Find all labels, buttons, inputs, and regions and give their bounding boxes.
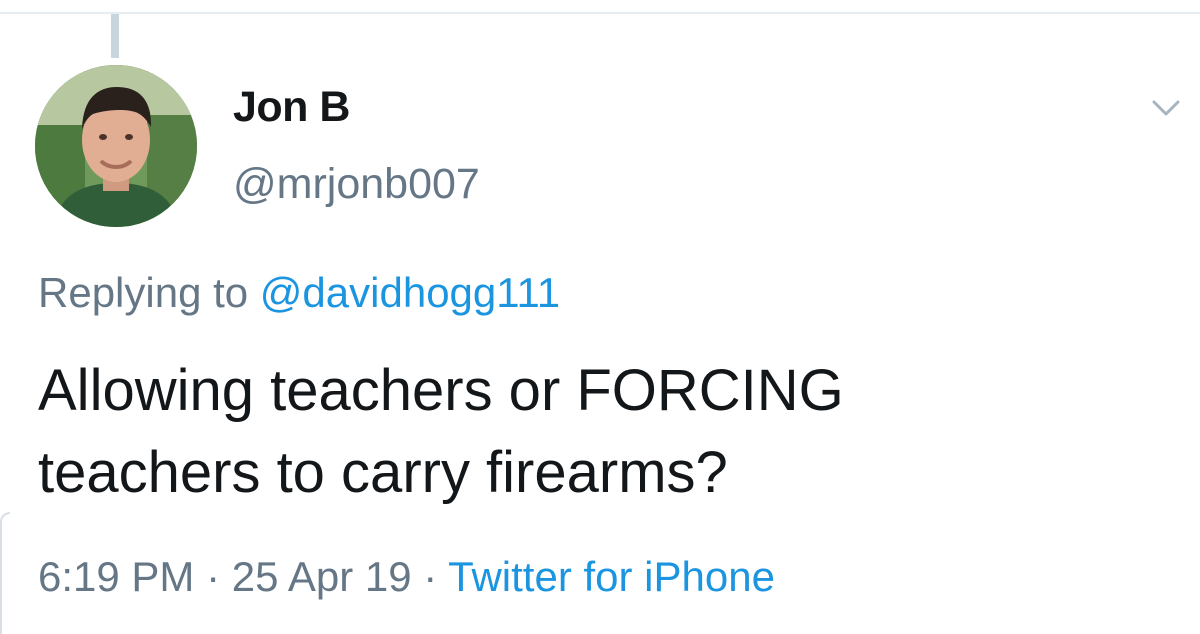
replying-to: Replying to @davidhogg111 xyxy=(38,268,560,318)
top-divider xyxy=(0,0,1200,14)
replying-to-label: Replying to xyxy=(38,269,260,316)
tweet-text-line-2: teachers to carry firearms? xyxy=(38,440,728,505)
avatar[interactable] xyxy=(35,65,197,227)
chevron-down-icon xyxy=(1152,100,1180,116)
author-handle[interactable]: @mrjonb007 xyxy=(233,163,480,206)
tweet-date[interactable]: 25 Apr 19 xyxy=(232,553,412,600)
tweet-menu-button[interactable] xyxy=(1146,94,1186,124)
avatar-photo-icon xyxy=(35,65,197,227)
meta-separator: · xyxy=(194,553,232,600)
tweet-time[interactable]: 6:19 PM xyxy=(38,553,194,600)
reply-mention-link[interactable]: @davidhogg111 xyxy=(260,269,560,316)
meta-separator: · xyxy=(411,553,449,600)
tweet-detail: Jon B @mrjonb007 Replying to @davidhogg1… xyxy=(0,0,1200,634)
tweet-text: Allowing teachers or FORCING teachers to… xyxy=(38,350,1158,514)
author-display-name[interactable]: Jon B xyxy=(233,86,350,129)
tweet-source-link[interactable]: Twitter for iPhone xyxy=(448,553,775,600)
left-card-edge xyxy=(0,512,10,634)
tweet-text-line-1: Allowing teachers or FORCING xyxy=(38,358,844,423)
tweet-metadata: 6:19 PM · 25 Apr 19 · Twitter for iPhone xyxy=(38,552,775,602)
thread-connector-line xyxy=(111,14,119,58)
